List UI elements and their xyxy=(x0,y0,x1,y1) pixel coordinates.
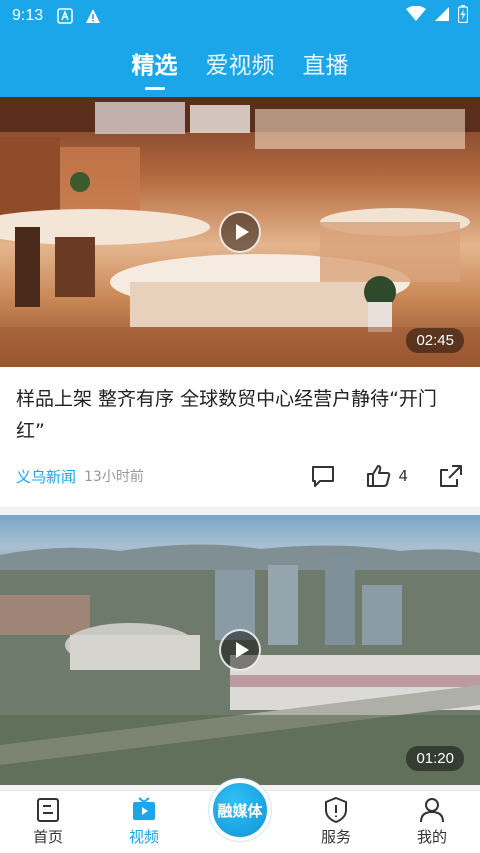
notification-a-icon xyxy=(57,8,73,24)
nav-service[interactable]: 服务 xyxy=(288,791,384,853)
tab-live[interactable]: 直播 xyxy=(303,46,349,90)
card-actions: 4 xyxy=(280,463,464,489)
video-duration: 02:45 xyxy=(406,328,464,353)
nav-video-label: 视频 xyxy=(128,828,159,846)
warning-icon xyxy=(85,8,101,24)
status-bar: 9:13 xyxy=(0,0,480,32)
battery-icon xyxy=(457,5,469,27)
nav-home[interactable]: 首页 xyxy=(0,791,96,853)
like-count: 4 xyxy=(398,467,408,485)
media-center-label: 融媒体 xyxy=(217,801,263,820)
bottom-nav: 首页 视频 服务 我的 融媒体 xyxy=(0,779,480,853)
status-time: 9:13 xyxy=(12,7,44,24)
nav-mine[interactable]: 我的 xyxy=(384,791,480,853)
nav-home-label: 首页 xyxy=(32,828,63,846)
source-name[interactable]: 义乌新闻 xyxy=(16,466,76,487)
tab-love-video[interactable]: 爱视频 xyxy=(206,46,275,90)
video-thumbnail[interactable]: 02:45 xyxy=(0,97,480,367)
shield-icon xyxy=(325,796,347,824)
video-feed[interactable]: 02:45 样品上架 整齐有序 全球数贸中心经营户静待“开门红” 义乌新闻 13… xyxy=(0,97,480,790)
top-tabs: 精选 爱视频 直播 xyxy=(0,46,480,90)
thumbs-up-icon xyxy=(367,465,391,487)
like-button[interactable]: 4 xyxy=(366,463,408,489)
top-header: 9:13 精选 爱视频 直播 xyxy=(0,0,480,97)
comment-button[interactable] xyxy=(310,463,336,489)
card-meta: 义乌新闻 13小时前 4 xyxy=(0,447,480,507)
media-center-button[interactable]: 融媒体 xyxy=(209,779,271,841)
play-button[interactable] xyxy=(219,211,261,253)
home-doc-icon xyxy=(37,798,59,822)
video-card[interactable]: 01:20 xyxy=(0,515,480,785)
person-icon xyxy=(420,798,444,823)
comment-icon xyxy=(312,466,335,487)
nav-video[interactable]: 视频 xyxy=(96,791,192,853)
play-button[interactable] xyxy=(219,629,261,671)
video-card[interactable]: 02:45 样品上架 整齐有序 全球数贸中心经营户静待“开门红” 义乌新闻 13… xyxy=(0,97,480,507)
tab-featured[interactable]: 精选 xyxy=(132,46,178,90)
nav-service-label: 服务 xyxy=(320,828,351,846)
video-duration: 01:20 xyxy=(406,746,464,771)
share-icon xyxy=(440,465,462,487)
wifi-icon xyxy=(406,5,426,26)
tv-icon xyxy=(133,797,155,820)
signal-icon xyxy=(434,6,450,26)
nav-mine-label: 我的 xyxy=(416,828,447,846)
video-title[interactable]: 样品上架 整齐有序 全球数贸中心经营户静待“开门红” xyxy=(0,367,480,447)
video-thumbnail[interactable]: 01:20 xyxy=(0,515,480,785)
time-ago: 13小时前 xyxy=(84,469,144,485)
share-button[interactable] xyxy=(438,463,464,489)
